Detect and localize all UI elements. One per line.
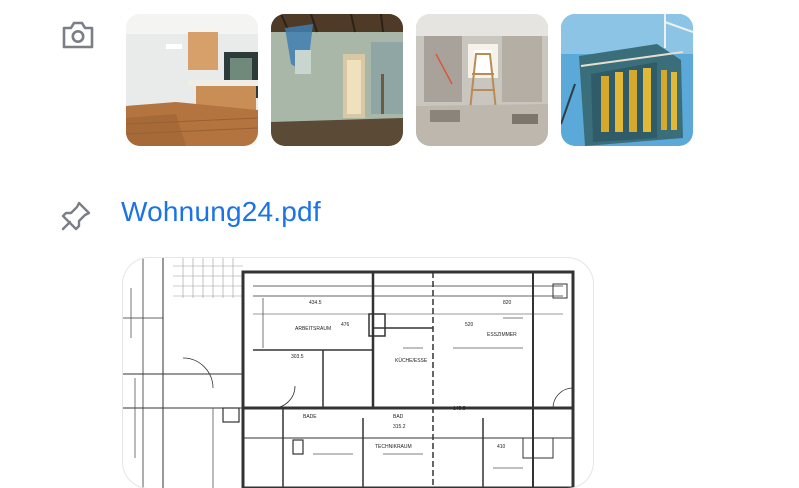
photo-thumbnail-3[interactable] (416, 14, 548, 146)
dimension-label-5: 820 (503, 300, 512, 306)
dimension-label-6: 145.5 (453, 406, 466, 412)
room-label-esszimmer: ESSZIMMER (487, 332, 517, 338)
file-link[interactable]: Wohnung24.pdf (121, 196, 321, 228)
pdf-preview[interactable]: ARBEITSRAUM KÜCHE/ESSE ESSZIMMER BADE BA… (123, 258, 593, 488)
dimension-label-2: 476 (341, 322, 350, 328)
room-label-bade: BADE (303, 414, 317, 420)
dimension-label-1: 434.5 (309, 300, 322, 306)
photo-thumbnail-1[interactable] (126, 14, 258, 146)
photo-thumbnail-2[interactable] (271, 14, 403, 146)
dimension-label-7: 315.2 (393, 424, 406, 430)
photo-thumbnail-4[interactable] (561, 14, 693, 146)
dimension-label-3: 520 (465, 322, 474, 328)
dimension-label-8: 410 (497, 444, 506, 450)
room-label-technikraum: TECHNIKRAUM (375, 444, 412, 450)
room-label-bad: BAD (393, 414, 404, 420)
room-label-arbeitsraum: ARBEITSRAUM (295, 326, 331, 332)
dimension-label-4: 303.5 (291, 354, 304, 360)
room-label-kueche: KÜCHE/ESSE (395, 357, 428, 364)
camera-icon[interactable] (60, 18, 96, 52)
pin-icon (60, 200, 92, 232)
